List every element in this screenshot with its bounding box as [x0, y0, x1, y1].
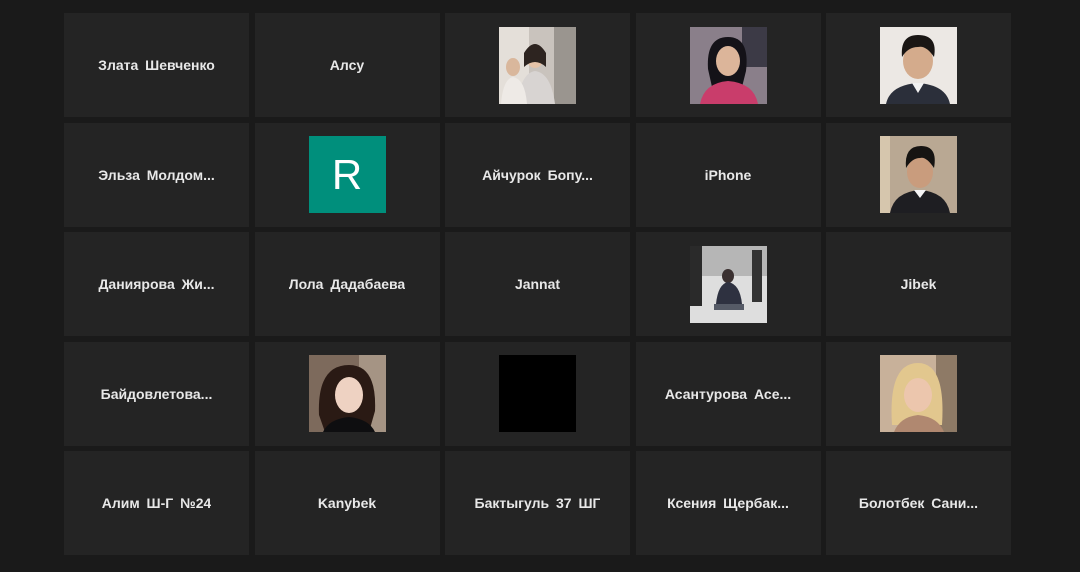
participant-photo	[689, 26, 767, 104]
participant-photo	[499, 26, 576, 104]
participant-name: Jibek	[900, 276, 937, 292]
participant-name: Злата Шевченко	[98, 57, 215, 73]
participant-grid: Злата Шевченко Алсу Эльза Молдом... R Ай…	[64, 13, 1011, 555]
participant-tile[interactable]: Алим Ш-Г №24	[64, 451, 249, 555]
participant-name: Асантурова Асе...	[664, 385, 792, 402]
participant-tile[interactable]	[445, 13, 630, 117]
participant-name: Jannat	[514, 276, 561, 292]
participant-tile[interactable]	[445, 341, 630, 446]
participant-name: Алим Ш-Г №24	[101, 495, 212, 511]
participant-tile[interactable]: Jannat	[445, 232, 630, 336]
participant-name: iPhone	[704, 166, 752, 183]
participant-photo	[880, 136, 957, 213]
participant-photo	[880, 355, 957, 432]
letter-avatar: R	[308, 136, 386, 213]
participant-name: Болотбек Сани...	[858, 495, 979, 511]
participant-tile[interactable]: Лола Дадабаева	[254, 232, 440, 336]
participant-tile[interactable]: Ксения Щербак...	[635, 451, 821, 555]
participant-video-frame	[689, 245, 767, 323]
participant-tile[interactable]: Алсу	[254, 13, 440, 117]
participant-tile[interactable]	[826, 122, 1011, 227]
participant-name: Ксения Щербак...	[667, 495, 789, 511]
participant-tile[interactable]: Айчурок Бопу...	[445, 122, 630, 227]
participant-tile[interactable]: Эльза Молдом...	[64, 122, 249, 227]
participant-name: Эльза Молдом...	[98, 166, 215, 183]
participant-name: Бактыгуль 37 ШГ	[474, 495, 601, 511]
participant-name: Даниярова Жи...	[98, 276, 215, 292]
participant-tile[interactable]	[826, 13, 1011, 117]
participant-photo	[308, 355, 386, 432]
participant-name: Алсу	[329, 57, 365, 73]
participant-name: Байдовлетова...	[100, 385, 213, 402]
avatar-letter: R	[331, 150, 363, 198]
participant-tile[interactable]: R	[254, 122, 440, 227]
participant-tile[interactable]: Даниярова Жи...	[64, 232, 249, 336]
participant-tile[interactable]: Kanybek	[254, 451, 440, 555]
participant-tile[interactable]: Злата Шевченко	[64, 13, 249, 117]
participant-tile[interactable]: Болотбек Сани...	[826, 451, 1011, 555]
participant-tile[interactable]: Бактыгуль 37 ШГ	[445, 451, 630, 555]
participant-tile[interactable]: Асантурова Асе...	[635, 341, 821, 446]
participant-tile[interactable]: iPhone	[635, 122, 821, 227]
participant-tile[interactable]	[254, 341, 440, 446]
participant-photo	[880, 26, 957, 104]
participant-tile[interactable]	[635, 13, 821, 117]
participant-name: Лола Дадабаева	[288, 276, 406, 292]
participant-name: Айчурок Бопу...	[482, 166, 593, 183]
participant-tile[interactable]: Байдовлетова...	[64, 341, 249, 446]
participant-name: Kanybek	[317, 495, 377, 511]
participant-tile[interactable]: Jibek	[826, 232, 1011, 336]
participant-tile[interactable]	[826, 341, 1011, 446]
participant-tile[interactable]	[635, 232, 821, 336]
black-video-frame	[499, 355, 576, 432]
